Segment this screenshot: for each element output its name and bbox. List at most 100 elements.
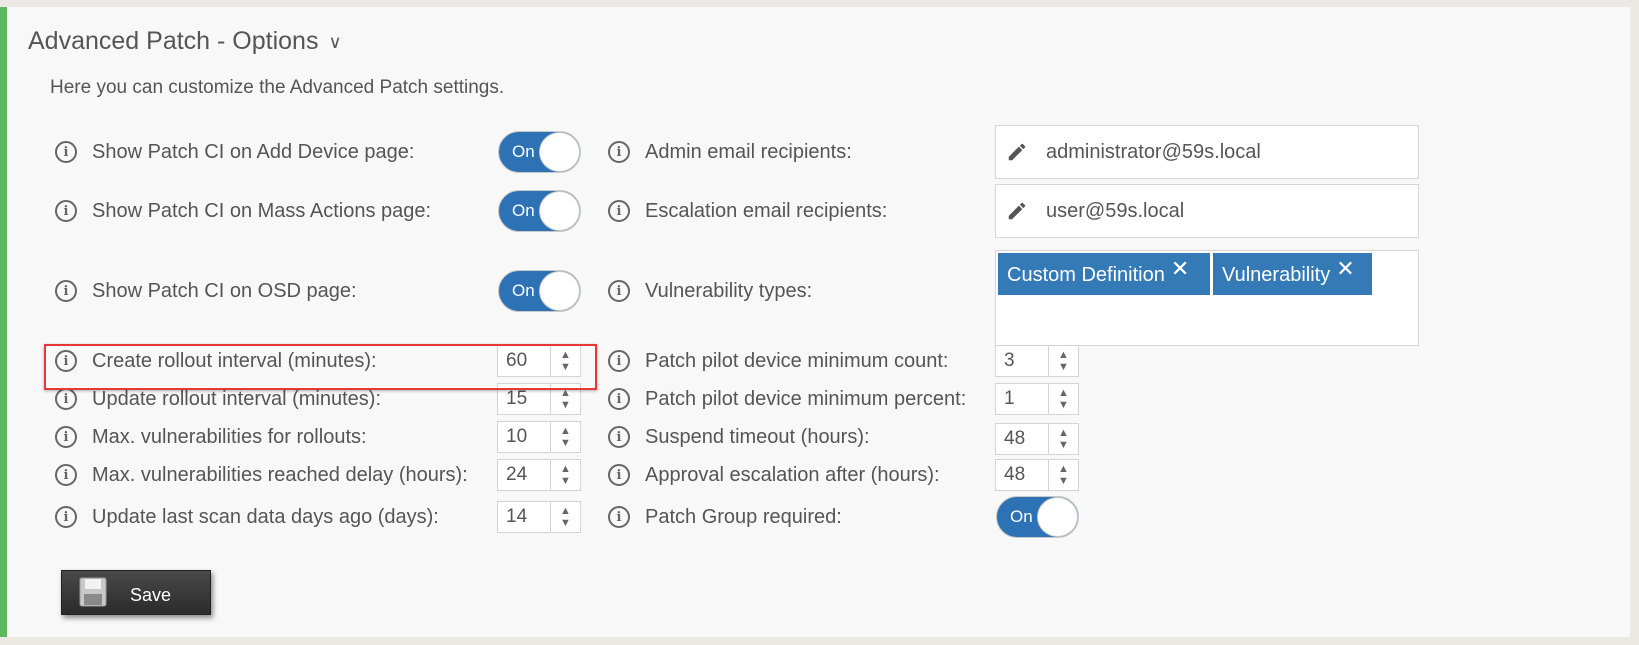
- pilot-count-stepper[interactable]: ▲▼: [995, 345, 1079, 377]
- toggle-row-osd: i Show Patch CI on OSD page:: [55, 275, 357, 307]
- number-row-suspend-timeout: i Suspend timeout (hours):: [608, 421, 870, 453]
- info-icon[interactable]: i: [55, 426, 77, 448]
- max-vuln-delay-stepper[interactable]: ▲▼: [497, 459, 581, 491]
- toggle-knob: [539, 132, 580, 172]
- info-icon[interactable]: i: [608, 350, 630, 372]
- spin-up-icon[interactable]: ▲: [1058, 349, 1069, 361]
- spin-up-icon[interactable]: ▲: [1058, 463, 1069, 475]
- escalation-email-row: i Escalation email recipients:: [608, 195, 887, 227]
- info-icon[interactable]: i: [608, 426, 630, 448]
- setting-label: Approval escalation after (hours):: [645, 463, 940, 486]
- spin-up-icon[interactable]: ▲: [1058, 387, 1069, 399]
- info-icon[interactable]: i: [55, 200, 77, 222]
- spin-up-icon[interactable]: ▲: [560, 505, 571, 517]
- spinner[interactable]: ▲ ▼: [1049, 384, 1078, 414]
- patch-group-required-toggle[interactable]: On: [996, 496, 1079, 538]
- number-row-approval-escalation: i Approval escalation after (hours):: [608, 459, 940, 491]
- setting-label: Admin email recipients:: [645, 140, 852, 163]
- last-scan-days-stepper[interactable]: ▲▼: [497, 501, 581, 533]
- info-icon[interactable]: i: [55, 141, 77, 163]
- spinner[interactable]: ▲ ▼: [551, 422, 580, 452]
- info-icon[interactable]: i: [55, 280, 77, 302]
- toggle-state: On: [512, 281, 535, 300]
- escalation-email-field[interactable]: user@59s.local: [995, 184, 1419, 238]
- tag-vulnerability: Vulnerability ✕: [1213, 253, 1372, 295]
- spin-down-icon[interactable]: ▼: [1058, 475, 1069, 487]
- remove-tag-icon[interactable]: ✕: [1171, 256, 1189, 282]
- pencil-icon: [1008, 143, 1026, 161]
- spinner[interactable]: ▲ ▼: [1049, 346, 1078, 376]
- spin-up-icon[interactable]: ▲: [560, 463, 571, 475]
- toggle-knob: [539, 191, 580, 231]
- spinner[interactable]: ▲ ▼: [551, 502, 580, 532]
- suspend-timeout-stepper[interactable]: ▲▼: [995, 423, 1079, 455]
- setting-label: Patch pilot device minimum percent:: [645, 387, 967, 410]
- spinner[interactable]: ▲ ▼: [1049, 460, 1078, 490]
- max-vulnerabilities-stepper[interactable]: ▲▼: [497, 421, 581, 453]
- info-icon[interactable]: i: [608, 200, 630, 222]
- toggle-state: On: [512, 201, 535, 220]
- section-description: Here you can customize the Advanced Patc…: [50, 77, 505, 98]
- setting-label: Show Patch CI on OSD page:: [92, 279, 357, 302]
- number-input[interactable]: [498, 502, 551, 532]
- setting-label: Show Patch CI on Add Device page:: [92, 140, 415, 163]
- floppy-disk-icon: [79, 577, 107, 607]
- tag-label: Custom Definition: [1007, 264, 1165, 286]
- save-button[interactable]: Save: [61, 570, 211, 615]
- number-row-pilot-count: i Patch pilot device minimum count:: [608, 345, 948, 377]
- number-input[interactable]: [996, 424, 1049, 454]
- number-input[interactable]: [996, 460, 1049, 490]
- section-title: Advanced Patch - Options: [28, 26, 319, 55]
- approval-escalation-stepper[interactable]: ▲▼: [995, 459, 1079, 491]
- info-icon[interactable]: i: [55, 506, 77, 528]
- pencil-icon: [1008, 202, 1026, 220]
- spin-down-icon[interactable]: ▼: [560, 399, 571, 411]
- show-patch-ci-mass-actions-toggle[interactable]: On: [498, 190, 581, 232]
- toggle-state: On: [512, 142, 535, 161]
- toggle-row-add-device: i Show Patch CI on Add Device page:: [55, 136, 414, 168]
- toggle-state: On: [1010, 507, 1033, 526]
- spinner[interactable]: ▲ ▼: [1049, 424, 1078, 454]
- number-row-max-vuln-delay: i Max. vulnerabilities reached delay (ho…: [55, 459, 468, 491]
- tag-label: Vulnerability: [1222, 264, 1331, 286]
- spin-up-icon[interactable]: ▲: [560, 425, 571, 437]
- admin-email-field[interactable]: administrator@59s.local: [995, 125, 1419, 179]
- toggle-row-mass-actions: i Show Patch CI on Mass Actions page:: [55, 195, 431, 227]
- remove-tag-icon[interactable]: ✕: [1336, 256, 1354, 282]
- spin-down-icon[interactable]: ▼: [1058, 361, 1069, 373]
- info-icon[interactable]: i: [608, 280, 630, 302]
- info-icon[interactable]: i: [608, 141, 630, 163]
- setting-label: Escalation email recipients:: [645, 199, 888, 222]
- spin-up-icon[interactable]: ▲: [1058, 427, 1069, 439]
- number-input[interactable]: [996, 384, 1049, 414]
- info-icon[interactable]: i: [608, 388, 630, 410]
- vulnerability-types-select[interactable]: Custom Definition ✕ Vulnerability ✕: [995, 250, 1419, 346]
- show-patch-ci-add-device-toggle[interactable]: On: [498, 131, 581, 173]
- setting-label: Patch Group required:: [645, 505, 842, 528]
- chevron-down-icon[interactable]: ∨: [328, 32, 341, 53]
- number-row-pilot-percent: i Patch pilot device minimum percent:: [608, 383, 966, 415]
- number-row-max-vulnerabilities: i Max. vulnerabilities for rollouts:: [55, 421, 367, 453]
- spinner[interactable]: ▲ ▼: [551, 460, 580, 490]
- number-input[interactable]: [498, 460, 551, 490]
- spin-down-icon[interactable]: ▼: [1058, 439, 1069, 451]
- info-icon[interactable]: i: [55, 388, 77, 410]
- section-header[interactable]: Advanced Patch - Options ∨: [28, 23, 342, 59]
- info-icon[interactable]: i: [55, 464, 77, 486]
- admin-email-row: i Admin email recipients:: [608, 136, 852, 168]
- show-patch-ci-osd-toggle[interactable]: On: [498, 270, 581, 312]
- setting-label: Max. vulnerabilities for rollouts:: [92, 425, 367, 448]
- admin-email-value: administrator@59s.local: [1046, 140, 1261, 163]
- info-icon[interactable]: i: [608, 506, 630, 528]
- spin-down-icon[interactable]: ▼: [1058, 399, 1069, 411]
- tag-custom-definition: Custom Definition ✕: [998, 253, 1210, 295]
- spin-down-icon[interactable]: ▼: [560, 437, 571, 449]
- info-icon[interactable]: i: [608, 464, 630, 486]
- number-input[interactable]: [996, 346, 1049, 376]
- setting-label: Show Patch CI on Mass Actions page:: [92, 199, 432, 222]
- toggle-knob: [539, 271, 580, 311]
- spin-down-icon[interactable]: ▼: [560, 475, 571, 487]
- pilot-percent-stepper[interactable]: ▲▼: [995, 383, 1079, 415]
- spin-down-icon[interactable]: ▼: [560, 517, 571, 529]
- number-input[interactable]: [498, 422, 551, 452]
